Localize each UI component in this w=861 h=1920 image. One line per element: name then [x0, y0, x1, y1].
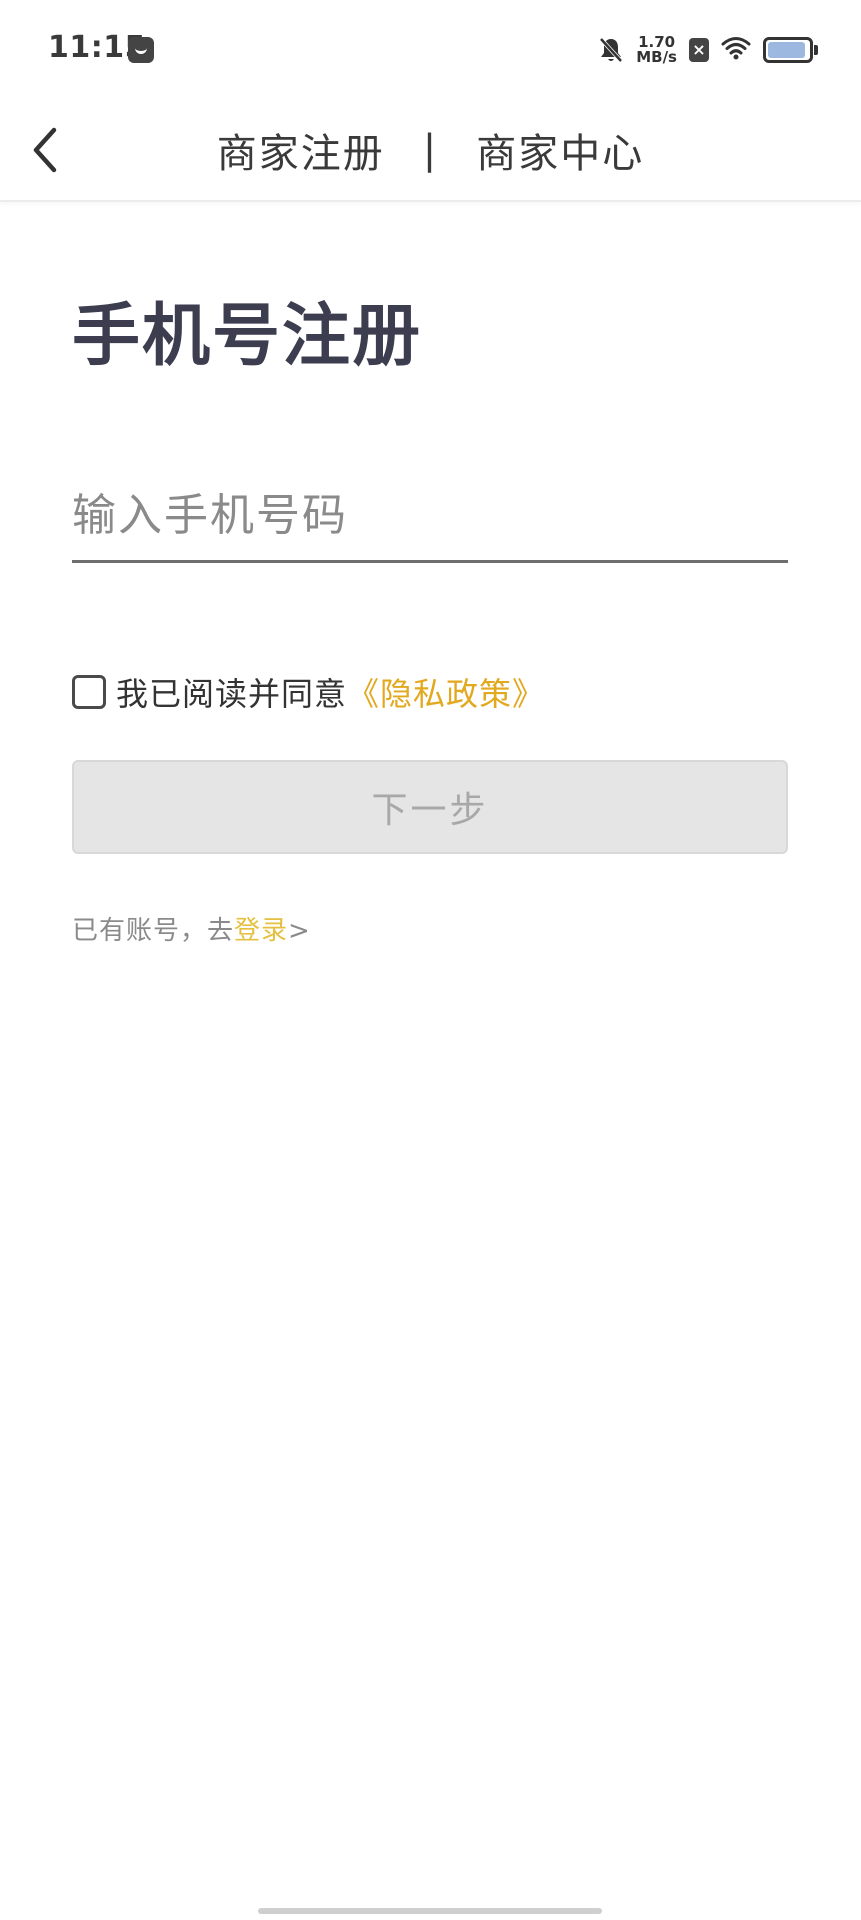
net-speed-unit: MB/s: [636, 48, 677, 66]
login-prompt-row: 已有账号，去登录>: [72, 910, 311, 947]
login-link[interactable]: 登录: [234, 916, 288, 946]
login-prompt-text: 已有账号，去: [72, 916, 235, 946]
battery-fill: [768, 42, 805, 58]
sim-x-icon: ×: [689, 38, 709, 62]
page-title: 手机号注册: [72, 297, 423, 376]
header-title-center: 商家中心: [476, 131, 645, 177]
agree-checkbox[interactable]: [72, 675, 106, 709]
login-arrow: >: [288, 916, 311, 946]
status-indicators: 1.70 MB/s ×: [598, 30, 818, 70]
phone-number-input[interactable]: [72, 470, 788, 563]
wifi-icon: [721, 36, 751, 64]
home-indicator[interactable]: [258, 1908, 602, 1914]
app-notification-icon: [128, 37, 154, 63]
privacy-policy-link[interactable]: 《隐私政策》: [347, 669, 545, 715]
header-title-separator: |: [422, 127, 439, 173]
status-bar: 11:15 1.70 MB/s ×: [0, 0, 861, 100]
net-speed: 1.70 MB/s: [636, 35, 677, 65]
privacy-agreement-row: 我已阅读并同意 《隐私政策》: [72, 669, 545, 715]
battery-icon: [763, 37, 818, 63]
top-nav-bar: 商家注册 | 商家中心: [0, 100, 861, 202]
header-title-register: 商家注册: [216, 131, 385, 177]
header-title: 商家注册 | 商家中心: [0, 100, 861, 200]
agree-text: 我已阅读并同意: [116, 675, 348, 713]
mute-bell-icon: [598, 36, 624, 64]
next-step-button[interactable]: 下一步: [72, 760, 788, 854]
